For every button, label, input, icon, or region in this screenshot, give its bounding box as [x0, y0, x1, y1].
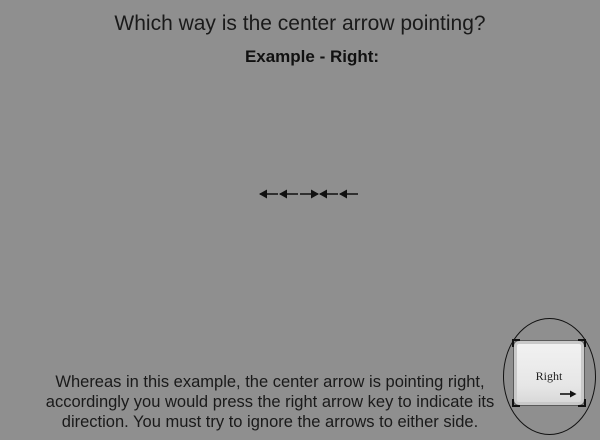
flanker-left-arrow-icon: [339, 189, 358, 199]
question-title: Which way is the center arrow pointing?: [114, 12, 486, 35]
right-arrow-icon: [560, 390, 577, 398]
key-corner-marker: [578, 399, 586, 407]
center-right-arrow-icon: [300, 189, 319, 199]
key-label: Right: [535, 369, 563, 383]
flanker-left-arrow-icon: [319, 189, 338, 199]
arrow-row-graphic: [259, 189, 358, 199]
key-corner-marker: [578, 339, 586, 347]
flanker-stimulus: [258, 184, 364, 204]
flanker-left-arrow-icon: [279, 189, 298, 199]
example-label: Example - Right:: [244, 47, 380, 66]
instruction-text: Whereas in this example, the center arro…: [45, 373, 495, 431]
key-corner-marker: [512, 339, 520, 347]
right-arrow-key: Right: [512, 339, 586, 407]
flanker-left-arrow-icon: [259, 189, 278, 199]
key-corner-marker: [512, 399, 520, 407]
